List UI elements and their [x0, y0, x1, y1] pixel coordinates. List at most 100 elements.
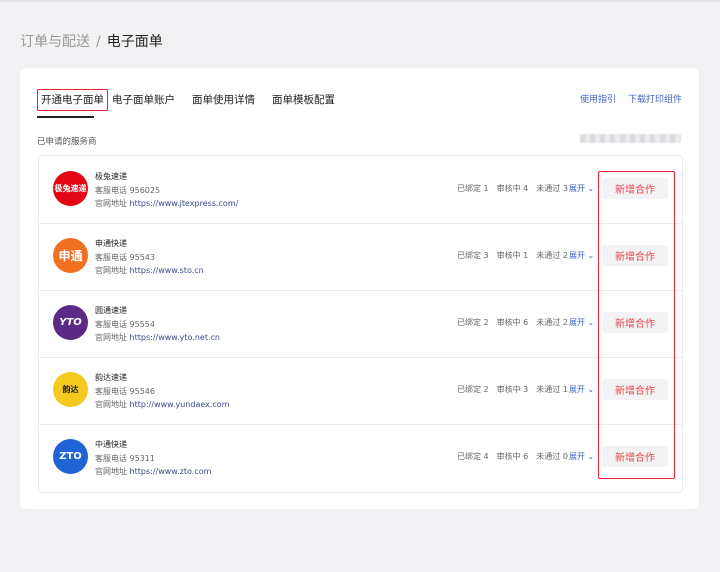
provider-url[interactable]: https://www.zto.com [130, 467, 212, 476]
top-divider [0, 0, 720, 2]
bound-count: 已绑定 2 [457, 385, 489, 394]
add-cooperation-button[interactable]: 新增合作 [602, 446, 668, 467]
provider-row-sto: 申通 申通快递 客服电话 95543 官网地址 https://www.sto.… [39, 223, 682, 291]
add-cooperation-button[interactable]: 新增合作 [602, 245, 668, 266]
provider-info: 中通快递 客服电话 95311 官网地址 https://www.zto.com [95, 438, 211, 479]
expand-toggle[interactable]: 展开 ⌄ [569, 250, 594, 261]
provider-site: 官网地址 http://www.yundaex.com [95, 398, 230, 412]
expand-toggle[interactable]: 展开 ⌄ [569, 183, 594, 194]
breadcrumb: 订单与配送 / 电子面单 [20, 31, 163, 51]
bound-count: 已绑定 1 [457, 184, 489, 193]
provider-name: 韵达速递 [95, 373, 127, 382]
provider-site: 官网地址 https://www.jtexpress.com/ [95, 197, 238, 211]
sto-logo-icon: 申通 [53, 238, 88, 273]
chevron-down-icon: ⌄ [587, 452, 595, 461]
bound-count: 已绑定 2 [457, 318, 489, 327]
chevron-down-icon: ⌄ [587, 251, 595, 260]
rejected-count: 未通过 0 [536, 452, 568, 461]
tab-label: 面单使用详情 [192, 94, 255, 106]
reviewing-count: 审核中 6 [496, 452, 529, 461]
provider-info: 极兔速递 客服电话 956025 官网地址 https://www.jtexpr… [95, 170, 238, 211]
provider-row-yto: YTO 圆通速递 客服电话 95554 官网地址 https://www.yto… [39, 290, 682, 358]
provider-row-zto: ZTO 中通快递 客服电话 95311 官网地址 https://www.zto… [39, 424, 682, 491]
tab-open-waybill[interactable]: 开通电子面单 [37, 88, 112, 112]
provider-name: 中通快递 [95, 440, 127, 449]
download-print-plugin-link[interactable]: 下载打印组件 [628, 95, 682, 105]
logo-text: ZTO [59, 451, 82, 462]
yunda-logo-icon: 韵达 [53, 372, 88, 407]
site-label: 官网地址 [95, 266, 127, 275]
logo-text: 申通 [58, 249, 83, 263]
add-cooperation-button[interactable]: 新增合作 [602, 379, 668, 400]
provider-stats: 已绑定 2 审核中 6 未通过 2 [457, 317, 576, 328]
provider-site: 官网地址 https://www.yto.net.cn [95, 331, 220, 345]
guide-link[interactable]: 使用指引 [580, 95, 616, 105]
reviewing-count: 审核中 3 [496, 385, 529, 394]
expand-label: 展开 [569, 251, 585, 260]
provider-url[interactable]: http://www.yundaex.com [130, 400, 230, 409]
rejected-count: 未通过 2 [536, 318, 568, 327]
tab-label: 电子面单账户 [112, 94, 175, 106]
reviewing-count: 审核中 6 [496, 318, 529, 327]
add-cooperation-button[interactable]: 新增合作 [602, 178, 668, 199]
tab-label: 面单模板配置 [272, 94, 335, 106]
provider-name: 极兔速递 [95, 172, 127, 181]
add-cooperation-button[interactable]: 新增合作 [602, 312, 668, 333]
provider-phone: 客服电话 956025 [95, 185, 161, 195]
chevron-down-icon: ⌄ [587, 318, 595, 327]
provider-info: 韵达速递 客服电话 95546 官网地址 http://www.yundaex.… [95, 371, 230, 412]
provider-info: 圆通速递 客服电话 95554 官网地址 https://www.yto.net… [95, 304, 220, 345]
tab-waybill-account[interactable]: 电子面单账户 [112, 88, 192, 112]
reviewing-count: 审核中 4 [496, 184, 529, 193]
active-tab-indicator [37, 116, 94, 118]
zto-logo-icon: ZTO [53, 439, 88, 474]
provider-name: 圆通速递 [95, 306, 127, 315]
provider-phone: 客服电话 95554 [95, 319, 155, 329]
rejected-count: 未通过 2 [536, 251, 568, 260]
yto-logo-icon: YTO [53, 305, 88, 340]
logo-text: 极兔速递 [54, 184, 87, 193]
reviewing-count: 审核中 1 [496, 251, 529, 260]
expand-label: 展开 [569, 385, 585, 394]
site-label: 官网地址 [95, 333, 127, 342]
provider-url[interactable]: https://www.yto.net.cn [130, 333, 220, 342]
provider-url[interactable]: https://www.jtexpress.com/ [130, 199, 239, 208]
site-label: 官网地址 [95, 199, 127, 208]
breadcrumb-current: 电子面单 [106, 34, 163, 50]
main-card: 开通电子面单 电子面单账户 面单使用详情 面单模板配置 使用指引 下载打印组件 已… [20, 68, 699, 509]
breadcrumb-parent[interactable]: 订单与配送 [20, 34, 90, 50]
provider-phone: 客服电话 95543 [95, 252, 155, 262]
provider-name: 申通快递 [95, 239, 127, 248]
provider-list: 极兔速递 极兔速递 客服电话 956025 官网地址 https://www.j… [38, 155, 683, 493]
provider-stats: 已绑定 3 审核中 1 未通过 2 [457, 250, 576, 261]
provider-stats: 已绑定 2 审核中 3 未通过 1 [457, 384, 576, 395]
provider-phone: 客服电话 95311 [95, 453, 155, 463]
breadcrumb-separator: / [96, 34, 101, 50]
logo-text: 韵达 [62, 385, 79, 394]
provider-info: 申通快递 客服电话 95543 官网地址 https://www.sto.cn [95, 237, 204, 278]
rejected-count: 未通过 3 [536, 184, 568, 193]
site-label: 官网地址 [95, 400, 127, 409]
chevron-down-icon: ⌄ [587, 385, 595, 394]
expand-label: 展开 [569, 452, 585, 461]
bound-count: 已绑定 3 [457, 251, 489, 260]
expand-toggle[interactable]: 展开 ⌄ [569, 384, 594, 395]
expand-label: 展开 [569, 184, 585, 193]
tab-template-config[interactable]: 面单模板配置 [272, 88, 352, 112]
tab-usage-details[interactable]: 面单使用详情 [192, 88, 272, 112]
provider-phone: 客服电话 95546 [95, 386, 155, 396]
provider-stats: 已绑定 1 审核中 4 未通过 3 [457, 183, 576, 194]
expand-toggle[interactable]: 展开 ⌄ [569, 317, 594, 328]
expand-label: 展开 [569, 318, 585, 327]
provider-site: 官网地址 https://www.zto.com [95, 465, 211, 479]
provider-row-jitu: 极兔速递 极兔速递 客服电话 956025 官网地址 https://www.j… [39, 156, 682, 224]
header-links: 使用指引 下载打印组件 [568, 92, 682, 105]
provider-url[interactable]: https://www.sto.cn [130, 266, 204, 275]
bound-count: 已绑定 4 [457, 452, 489, 461]
expand-toggle[interactable]: 展开 ⌄ [569, 451, 594, 462]
provider-row-yunda: 韵达 韵达速递 客服电话 95546 官网地址 http://www.yunda… [39, 357, 682, 425]
site-label: 官网地址 [95, 467, 127, 476]
jitu-logo-icon: 极兔速递 [53, 171, 88, 206]
logo-text: YTO [59, 317, 82, 328]
provider-stats: 已绑定 4 审核中 6 未通过 0 [457, 451, 576, 462]
